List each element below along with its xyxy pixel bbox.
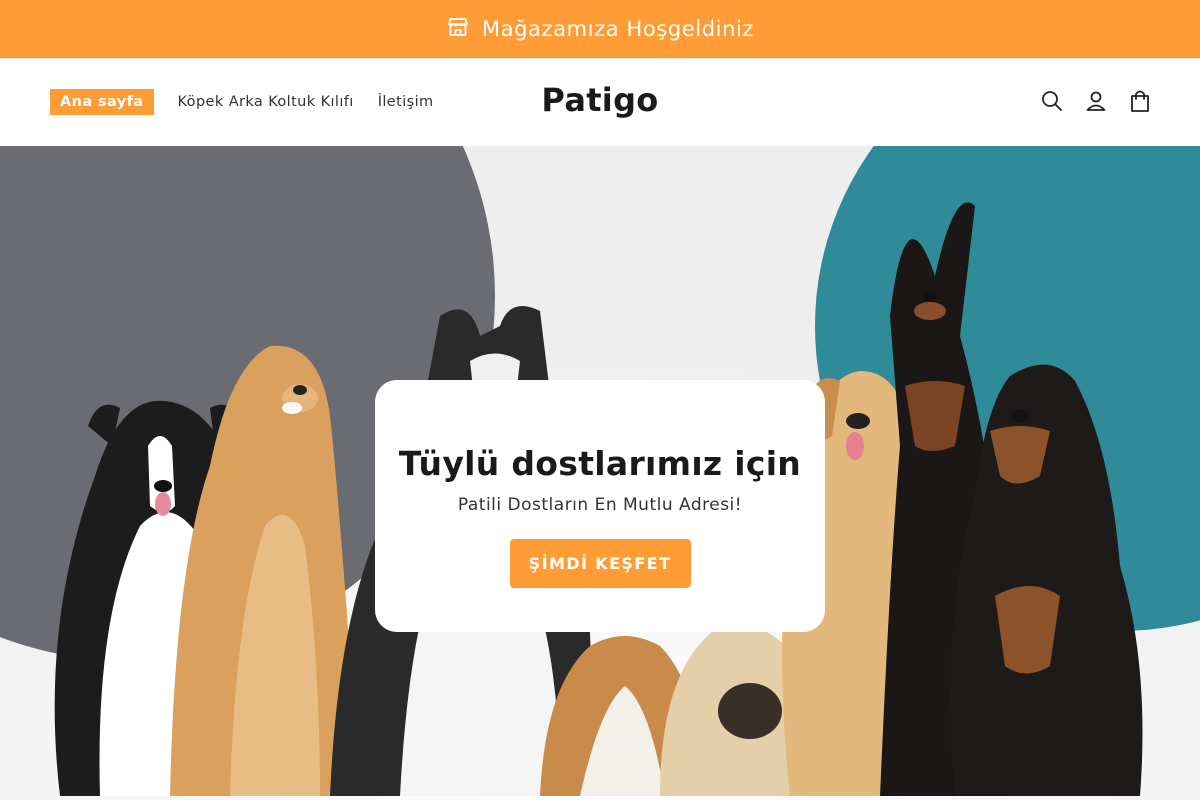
store-icon bbox=[446, 15, 470, 43]
hero-subtitle: Patili Dostların En Mutlu Adresi! bbox=[457, 495, 743, 515]
discover-now-button[interactable]: ŞİMDİ KEŞFET bbox=[509, 539, 691, 588]
announcement-bar: Mağazamıza Hoşgeldiniz bbox=[0, 0, 1200, 59]
hero-banner: Tüylü dostlarımız için Patili Dostların … bbox=[0, 146, 1200, 800]
hero-content-card: Tüylü dostlarımız için Patili Dostların … bbox=[375, 380, 825, 632]
header-icons bbox=[1040, 88, 1152, 114]
search-icon[interactable] bbox=[1040, 88, 1064, 114]
hero-title: Tüylü dostlarımız için bbox=[398, 444, 802, 483]
cart-icon[interactable] bbox=[1128, 88, 1152, 114]
site-logo[interactable]: Patigo bbox=[0, 81, 1200, 119]
announcement-text: Mağazamıza Hoşgeldiniz bbox=[481, 17, 755, 41]
site-header: Ana sayfa Köpek Arka Koltuk Kılıfı İleti… bbox=[0, 59, 1200, 146]
account-icon[interactable] bbox=[1084, 88, 1108, 114]
